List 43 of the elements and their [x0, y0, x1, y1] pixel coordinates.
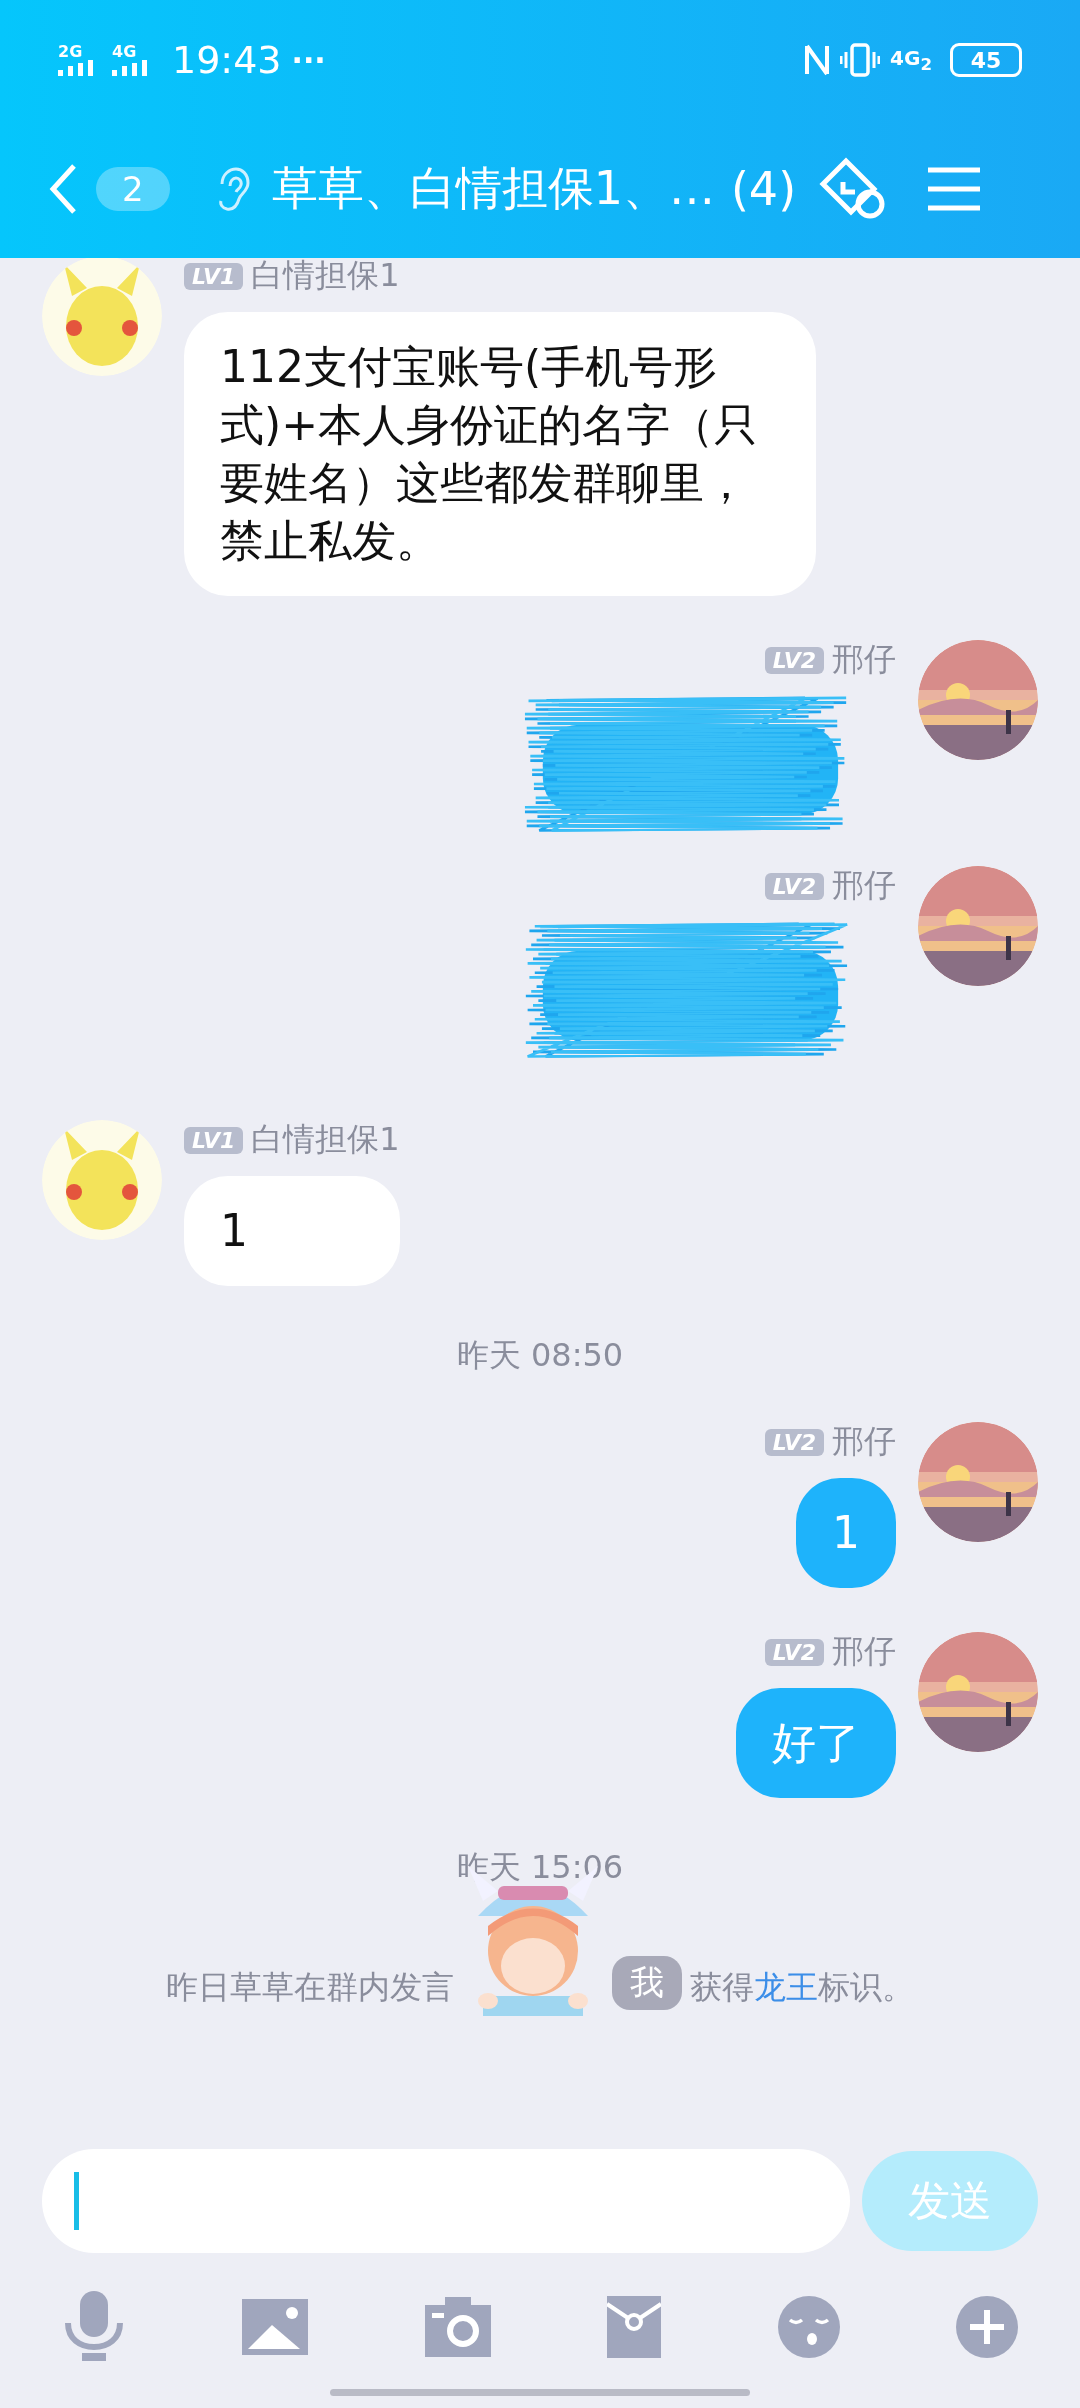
level-badge: LV1: [184, 1126, 244, 1154]
message-bubble[interactable]: 1: [796, 1478, 896, 1588]
camera-icon[interactable]: [424, 2297, 491, 2357]
avatar[interactable]: [42, 258, 162, 376]
image-icon[interactable]: [242, 2299, 309, 2355]
network-label: 2G: [58, 44, 83, 60]
sender-name[interactable]: 白情担保1: [251, 258, 400, 298]
member-count: (4): [730, 162, 797, 216]
level-badge: LV2: [764, 872, 824, 900]
sender-name[interactable]: 邢仔: [832, 1420, 896, 1464]
timestamp: 昨天 08:50: [456, 1335, 624, 1376]
level-badge: LV1: [184, 262, 244, 290]
message-bubble[interactable]: 1: [184, 1176, 400, 1286]
message-bubble[interactable]: 好了: [736, 1688, 896, 1798]
network-label: 4G$_{2}$: [890, 46, 932, 74]
clock: 19:43: [172, 38, 282, 82]
sender-name[interactable]: 邢仔: [832, 638, 896, 682]
more-indicator: ···: [291, 42, 326, 78]
network-label: 4G: [112, 44, 137, 60]
system-notice: 标识。: [818, 1967, 914, 2008]
title-link[interactable]: 龙王: [754, 1966, 818, 2010]
sender-name[interactable]: 邢仔: [832, 1630, 896, 1674]
vibrate-icon: [840, 42, 881, 78]
avatar[interactable]: [42, 1120, 162, 1240]
level-badge: LV2: [764, 1638, 824, 1666]
emoji-icon[interactable]: [777, 2296, 840, 2358]
message-bubble[interactable]: 112支付宝账号(手机号形式)+本人身份证的名字（只要姓名）这些都发群聊里，禁止私发。: [184, 312, 816, 596]
menu-icon[interactable]: [926, 166, 983, 212]
unread-badge: 2: [96, 167, 170, 211]
level-badge: LV2: [764, 1428, 824, 1456]
me-badge: 我: [612, 1956, 682, 2010]
system-notice: 获得: [690, 1967, 754, 2008]
microphone-icon[interactable]: [62, 2291, 126, 2363]
sender-name[interactable]: 白情担保1: [251, 1118, 400, 1162]
system-notice: 昨日草草在群内发言: [166, 1967, 454, 2008]
level-badge: LV2: [764, 646, 824, 674]
plus-icon[interactable]: [955, 2296, 1018, 2358]
sender-name[interactable]: 邢仔: [832, 864, 896, 908]
chat-title[interactable]: 草草、白情担保1、…: [271, 158, 715, 220]
nfc-icon: [804, 42, 831, 78]
envelope-icon[interactable]: [607, 2296, 662, 2358]
back-icon[interactable]: [48, 163, 78, 215]
battery-icon: 45: [950, 43, 1022, 77]
